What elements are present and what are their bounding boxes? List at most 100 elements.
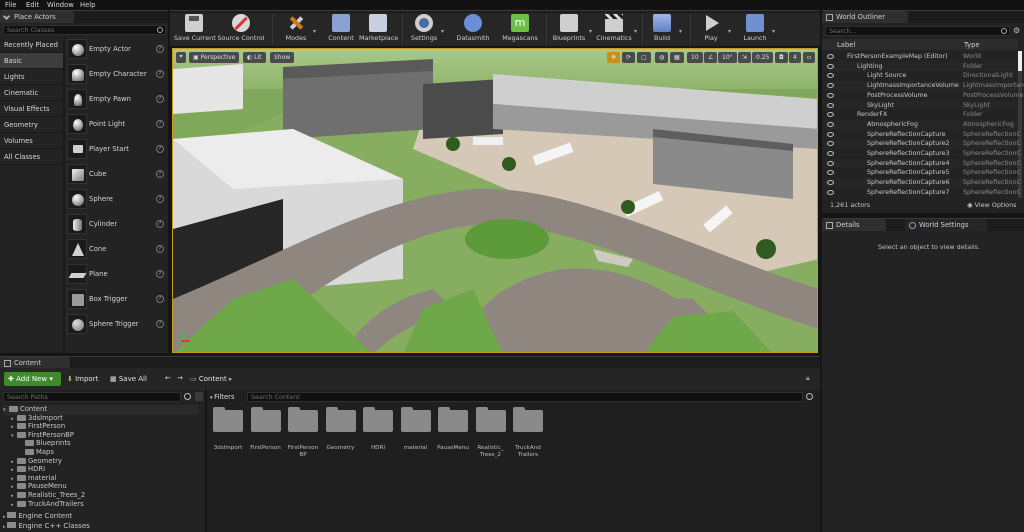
outliner-row[interactable]: FirstPersonExampleMap (Editor) World — [823, 52, 1018, 62]
forward-arrow-icon[interactable]: → — [177, 374, 183, 382]
label-column-header[interactable]: Label — [837, 41, 855, 49]
lit-button[interactable]: ◐ Lit — [243, 52, 266, 63]
maximize-viewport-icon[interactable]: ▫ — [803, 52, 815, 63]
angle-snap-value[interactable]: 10° — [718, 52, 737, 63]
actor-point-light[interactable]: Point Light? — [66, 113, 167, 138]
actor-sphere[interactable]: Sphere? — [66, 188, 167, 213]
launch-dropdown-icon[interactable]: ▾ — [772, 28, 778, 35]
asset-folder[interactable]: FirstPerson BP — [285, 407, 321, 459]
category-cinematic[interactable]: Cinematic — [0, 85, 63, 101]
settings-button[interactable]: Settings — [408, 13, 440, 46]
chevron-right-icon[interactable]: ▸ — [229, 375, 233, 383]
asset-folder[interactable]: HDRI — [360, 407, 396, 452]
visibility-eye-icon[interactable] — [827, 102, 834, 108]
asset-folder[interactable]: 3dsImport — [210, 407, 246, 452]
help-icon[interactable]: ? — [156, 45, 164, 53]
outliner-row[interactable]: RenderFX Folder — [823, 110, 1018, 120]
visibility-eye-icon[interactable] — [827, 121, 834, 127]
outliner-row[interactable]: SkyLight SkyLight — [823, 100, 1018, 111]
content-button[interactable]: Content — [326, 13, 356, 46]
modes-dropdown-icon[interactable]: ▾ — [313, 28, 319, 35]
outliner-row[interactable]: SphereReflectionCapture4 SphereReflection… — [823, 158, 1021, 169]
visibility-eye-icon[interactable] — [827, 131, 834, 137]
perspective-button[interactable]: ▣ Perspective — [189, 52, 240, 63]
engine-content-row[interactable]: ▸ Engine Content — [3, 512, 203, 522]
category-lights[interactable]: Lights — [0, 69, 63, 85]
angle-snap-icon[interactable]: ∠ — [704, 52, 718, 63]
asset-folder[interactable]: Realistic_ Trees_2 — [473, 407, 509, 459]
actor-cylinder[interactable]: Cylinder? — [66, 213, 167, 238]
save-all-button[interactable]: ▦ Save All — [110, 375, 147, 383]
category-visual-effects[interactable]: Visual Effects — [0, 101, 63, 117]
outliner-row[interactable]: SphereReflectionCapture SphereReflectionC — [823, 129, 1021, 140]
engine-cpp-row[interactable]: ▸ Engine C++ Classes — [3, 522, 203, 532]
sources-scroll-icon[interactable] — [195, 392, 203, 401]
class-search-input[interactable]: Search Classes — [3, 25, 166, 35]
blueprints-button[interactable]: Blueprints — [550, 13, 588, 46]
blueprints-dropdown-icon[interactable]: ▾ — [589, 28, 595, 35]
help-icon[interactable]: ? — [156, 270, 164, 278]
menu-window[interactable]: Window — [47, 1, 74, 9]
menu-edit[interactable]: Edit — [26, 1, 39, 9]
help-icon[interactable]: ? — [156, 245, 164, 253]
visibility-eye-icon[interactable] — [827, 141, 834, 147]
show-button[interactable]: Show — [270, 52, 295, 63]
actor-empty-character[interactable]: Empty Character? — [66, 63, 167, 88]
actor-cube[interactable]: Cube? — [66, 163, 167, 188]
actor-plane[interactable]: Plane? — [66, 263, 167, 288]
help-icon[interactable]: ? — [156, 95, 164, 103]
world-local-icon[interactable]: ◍ — [655, 52, 669, 63]
visibility-eye-icon[interactable] — [827, 83, 834, 89]
outliner-row[interactable]: SphereReflectionCapture6 SphereReflection… — [823, 178, 1021, 188]
category-basic[interactable]: Basic — [0, 53, 63, 69]
outliner-row[interactable]: SphereReflectionCapture2 SphereReflection… — [823, 139, 1021, 149]
outliner-row[interactable]: SphereReflectionCapture5 SphereReflection… — [823, 168, 1021, 179]
outliner-row[interactable]: AtmosphericFog AtmosphericFog — [823, 119, 1018, 130]
launch-button[interactable]: Launch — [740, 13, 770, 46]
play-button[interactable]: Play — [696, 13, 726, 46]
settings-dropdown-icon[interactable]: ▾ — [441, 28, 447, 35]
marketplace-button[interactable]: Marketplace — [359, 13, 398, 46]
outliner-search-input[interactable]: Search... — [825, 26, 1010, 36]
build-button[interactable]: Build — [648, 13, 676, 46]
outliner-row[interactable]: SphereReflectionCapture3 SphereReflection… — [823, 149, 1021, 159]
category-all-classes[interactable]: All Classes — [0, 149, 63, 165]
actor-cone[interactable]: Cone? — [66, 238, 167, 263]
back-arrow-icon[interactable]: ← — [165, 374, 171, 382]
asset-folder[interactable]: TruckAnd Trailers — [510, 407, 546, 459]
save-current-button[interactable]: Save Current — [174, 13, 216, 46]
help-icon[interactable]: ? — [156, 220, 164, 228]
outliner-settings-icon[interactable]: ⚙ — [1013, 26, 1020, 35]
actor-box-trigger[interactable]: Box Trigger? — [66, 288, 167, 313]
level-viewport[interactable]: ▾ ▣ Perspective ◐ Lit Show ✥ ⟳ ▢ ◍ ▦ 10 … — [172, 48, 818, 353]
play-dropdown-icon[interactable]: ▾ — [728, 28, 734, 35]
folder-tree-item[interactable]: ▸ TruckAndTrailers — [3, 500, 199, 510]
outliner-row[interactable]: PostProcessVolume PostProcessVolume — [823, 90, 1023, 101]
camera-speed-value[interactable]: 4 — [789, 52, 801, 63]
help-icon[interactable]: ? — [156, 120, 164, 128]
translate-icon[interactable]: ✥ — [607, 52, 621, 63]
outliner-row[interactable]: Light Source DirectionalLight — [823, 71, 1018, 82]
scale-snap-icon[interactable]: ⇲ — [738, 52, 752, 63]
help-icon[interactable]: ? — [156, 295, 164, 303]
help-icon[interactable]: ? — [156, 70, 164, 78]
megascans-button[interactable]: m Megascans — [500, 13, 540, 46]
viewport-options-button[interactable]: ▾ — [176, 52, 186, 63]
modes-button[interactable]: Modes — [280, 13, 312, 46]
search-content-input[interactable]: Search Content — [247, 392, 803, 402]
scale-icon[interactable]: ▢ — [637, 52, 651, 63]
lock-icon[interactable]: 🔒︎ — [806, 374, 810, 383]
camera-speed-icon[interactable]: ◘ — [775, 52, 788, 63]
visibility-eye-icon[interactable] — [827, 92, 834, 98]
help-icon[interactable]: ? — [156, 195, 164, 203]
visibility-eye-icon[interactable] — [827, 63, 834, 69]
category-volumes[interactable]: Volumes — [0, 133, 63, 149]
asset-folder[interactable]: FirstPerson — [248, 407, 284, 452]
visibility-eye-icon[interactable] — [827, 54, 834, 59]
surface-snap-icon[interactable]: ▦ — [670, 52, 684, 63]
actor-sphere-trigger[interactable]: Sphere Trigger? — [66, 313, 167, 338]
cinematics-button[interactable]: Cinematics — [596, 13, 632, 46]
actor-empty-actor[interactable]: Empty Actor? — [66, 38, 167, 63]
asset-folder[interactable]: Geometry — [323, 407, 359, 452]
view-options-button[interactable]: ◉ View Options — [967, 201, 1016, 209]
